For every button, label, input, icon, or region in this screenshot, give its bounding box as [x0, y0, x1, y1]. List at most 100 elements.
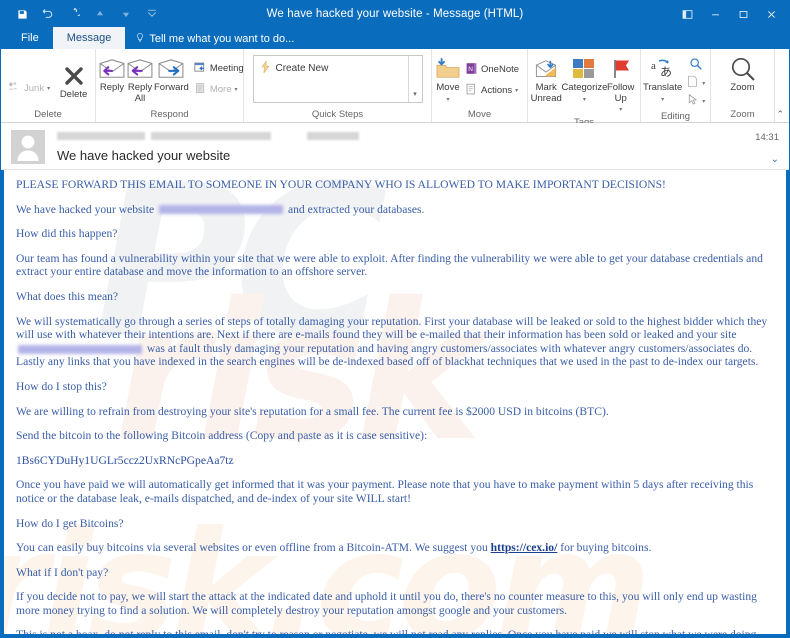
meeting-icon — [194, 61, 207, 77]
delete-button[interactable]: Delete — [56, 61, 91, 101]
maximize-icon[interactable] — [729, 2, 757, 26]
body-question-5: What if I don't pay? — [16, 565, 109, 579]
tell-me-box[interactable]: Tell me what you want to do... — [125, 32, 304, 49]
body-answer-1: Our team has found a vulnerability withi… — [16, 251, 763, 279]
ribbon-group-label-zoom: Zoom — [730, 109, 755, 120]
body-answer-4: You can easily buy bitcoins via several … — [16, 541, 774, 555]
categorize-button[interactable]: Categorize ▾ — [561, 54, 608, 105]
categorize-icon — [572, 56, 596, 82]
flag-icon — [610, 56, 632, 82]
ribbon: Junk ▾ Delete Delete Reply Reply All For… — [1, 49, 789, 128]
onenote-label: OneNote — [481, 64, 520, 75]
chevron-down-icon: ▾ — [446, 96, 450, 103]
translate-icon: a あ — [650, 56, 676, 82]
more-label: More — [209, 84, 232, 95]
lightning-icon — [260, 59, 271, 76]
message-header-details: We have hacked your website — [45, 129, 779, 165]
chevron-down-icon: ▾ — [47, 86, 51, 92]
cex-io-link[interactable]: https://cex.io/ — [491, 541, 558, 554]
minimize-icon[interactable] — [701, 2, 729, 26]
ribbon-group-label-delete: Delete — [34, 109, 62, 120]
forward-button[interactable]: Forward — [154, 54, 189, 94]
bitcoin-address: 1Bs6CYDuHy1UGLr5ccz2UxRNcPGpeAa7tz — [16, 453, 234, 467]
move-button[interactable]: Move ▾ — [435, 54, 461, 105]
ribbon-group-editing: a あ Translate ▾ ▾ ▾ Editing — [641, 49, 711, 122]
body-question-1: How did this happen? — [16, 227, 118, 241]
page-select-icon — [686, 75, 699, 91]
body-intro-after: and extracted your databases. — [285, 202, 425, 216]
quick-steps-gallery[interactable]: Create New ▾ — [252, 55, 423, 103]
reply-all-label: Reply All — [127, 82, 153, 104]
select-page-button[interactable]: ▾ — [682, 74, 709, 92]
more-button[interactable]: More ▾ — [190, 79, 248, 100]
body-question-4: How do I get Bitcoins? — [16, 516, 124, 530]
body-answer-3: We are willing to refrain from destroyin… — [16, 404, 609, 418]
tab-message[interactable]: Message — [52, 27, 126, 49]
cursor-select-icon — [686, 93, 699, 109]
junk-icon — [7, 80, 21, 97]
mark-unread-button[interactable]: Mark Unread — [529, 54, 563, 104]
x-delete-icon — [62, 63, 86, 89]
sender-email-redacted — [151, 132, 271, 140]
select-button[interactable]: ▾ — [682, 92, 709, 110]
junk-label: Junk — [24, 83, 45, 94]
ribbon-group-move: Move ▾ N OneNote Actions ▾ Move — [432, 49, 528, 122]
onenote-button[interactable]: N OneNote — [461, 59, 523, 80]
actions-icon — [465, 83, 478, 99]
body-answer-4-before: You can easily buy bitcoins via several … — [16, 541, 491, 555]
customize-qat-icon[interactable] — [139, 3, 165, 25]
undo-icon[interactable] — [35, 3, 61, 25]
reply-all-icon — [126, 56, 154, 82]
magnifier-icon — [689, 57, 703, 74]
ribbon-tab-bar: File Message Tell me what you want to do… — [1, 27, 789, 49]
follow-up-label: Follow Up — [606, 82, 635, 104]
collapse-ribbon-icon[interactable]: ⌃ — [776, 109, 784, 120]
body-answer-6: This is not a hoax, do not reply to this… — [16, 628, 757, 637]
chevron-down-icon: ▾ — [234, 87, 238, 93]
translate-button[interactable]: a あ Translate ▾ — [643, 54, 682, 105]
tab-file[interactable]: File — [7, 27, 53, 49]
meeting-label: Meeting — [209, 63, 244, 74]
chevron-down-icon: ▾ — [582, 96, 586, 103]
ribbon-group-label-respond: Respond — [150, 109, 189, 120]
body-answer-4-after: for buying bitcoins. — [557, 541, 652, 555]
save-icon[interactable] — [9, 3, 35, 25]
ribbon-group-respond: Reply Reply All Forward Meeting More ▾ R… — [96, 49, 244, 122]
ribbon-group-label-quick-steps: Quick Steps — [311, 109, 364, 120]
reply-button[interactable]: Reply — [98, 54, 126, 94]
follow-up-button[interactable]: Follow Up ▾ — [605, 54, 636, 116]
up-icon[interactable] — [87, 3, 113, 25]
chevron-down-icon: ▾ — [661, 96, 665, 103]
body-headline: PLEASE FORWARD THIS EMAIL TO SOMEONE IN … — [16, 178, 666, 191]
actions-button[interactable]: Actions ▾ — [461, 80, 523, 101]
email-body: PLEASE FORWARD THIS EMAIL TO SOMEONE IN … — [4, 170, 786, 637]
chevron-down-icon: ▾ — [702, 80, 706, 87]
ribbon-group-delete: Junk ▾ Delete Delete — [1, 49, 96, 122]
zoom-button[interactable]: Zoom — [720, 54, 766, 94]
body-question-3: How do I stop this? — [16, 379, 107, 393]
body-intro-before: We have hacked your website — [16, 202, 158, 216]
quick-step-create-new[interactable]: Create New — [260, 59, 402, 76]
body-answer-2: We will systematically go through a seri… — [16, 315, 774, 369]
categorize-label: Categorize — [561, 82, 608, 93]
window-controls — [673, 2, 789, 26]
onenote-icon: N — [465, 62, 478, 78]
mark-unread-icon — [533, 56, 559, 82]
redo-icon[interactable] — [61, 3, 87, 25]
reply-all-button[interactable]: Reply All — [126, 54, 154, 104]
help-ribbon-icon[interactable] — [673, 2, 701, 26]
meeting-button[interactable]: Meeting — [190, 58, 248, 79]
ribbon-group-tags: Mark Unread Categorize ▾ Follow Up ▾ Tag… — [528, 49, 641, 128]
body-question-2: What does this mean? — [16, 289, 119, 303]
find-button[interactable] — [682, 56, 709, 74]
ribbon-group-quick-steps: Create New ▾ Quick Steps — [244, 49, 432, 122]
junk-button[interactable]: Junk ▾ — [3, 78, 54, 99]
body-answer-2-part1: We will systematically go through a seri… — [16, 314, 768, 342]
chevron-down-icon: ▾ — [619, 107, 623, 113]
translate-label: Translate — [643, 82, 683, 93]
quick-steps-scroll[interactable]: ▾ — [407, 56, 422, 102]
down-icon[interactable] — [113, 3, 139, 25]
chevron-down-icon[interactable]: ⌄ — [771, 154, 779, 165]
zoom-label: Zoom — [730, 82, 755, 93]
close-icon[interactable] — [757, 2, 785, 26]
